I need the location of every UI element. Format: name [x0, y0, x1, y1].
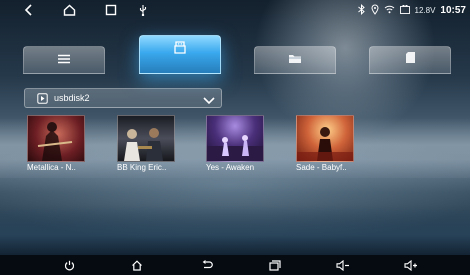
video-caption: Metallica - N..	[27, 163, 76, 172]
source-dropdown[interactable]: usbdisk2	[24, 88, 222, 108]
video-thumbnail	[296, 115, 354, 162]
volume-up-icon[interactable]	[404, 258, 418, 272]
tab-folder[interactable]	[254, 46, 336, 74]
tab-usb[interactable]	[139, 35, 221, 74]
list-icon	[57, 51, 71, 69]
battery-icon	[399, 4, 410, 16]
back-icon[interactable]	[200, 258, 214, 272]
power-icon[interactable]	[62, 258, 76, 272]
navigation-bar	[0, 255, 470, 275]
home-icon[interactable]	[130, 258, 144, 272]
tab-playlist[interactable]	[23, 46, 105, 74]
chevron-down-icon	[203, 92, 215, 110]
recents-icon[interactable]	[268, 258, 282, 272]
video-caption: Yes - Awaken	[206, 163, 255, 172]
sd-card-icon	[405, 51, 416, 69]
usb-device-icon	[173, 40, 187, 59]
wifi-icon	[384, 4, 395, 16]
video-thumbnail	[117, 115, 175, 162]
location-icon	[371, 4, 379, 17]
home-icon[interactable]	[62, 3, 76, 17]
recents-icon[interactable]	[104, 3, 118, 17]
video-caption: BB King Eric..	[117, 163, 167, 172]
battery-voltage: 12.8V	[414, 5, 436, 15]
video-caption: Sade - Babyf..	[296, 163, 347, 172]
drive-icon	[37, 92, 48, 104]
video-thumbnail	[206, 115, 264, 162]
video-thumbnail	[27, 115, 85, 162]
clock-time: 10:57	[440, 4, 466, 16]
volume-down-icon[interactable]	[336, 258, 350, 272]
source-label: usbdisk2	[54, 93, 90, 103]
folder-icon	[288, 51, 302, 69]
bluetooth-icon	[357, 3, 366, 17]
tab-sd-card[interactable]	[369, 46, 451, 74]
back-icon[interactable]	[22, 3, 36, 17]
status-bar: 12.8V 10:57	[0, 0, 470, 20]
usb-icon	[136, 3, 150, 17]
